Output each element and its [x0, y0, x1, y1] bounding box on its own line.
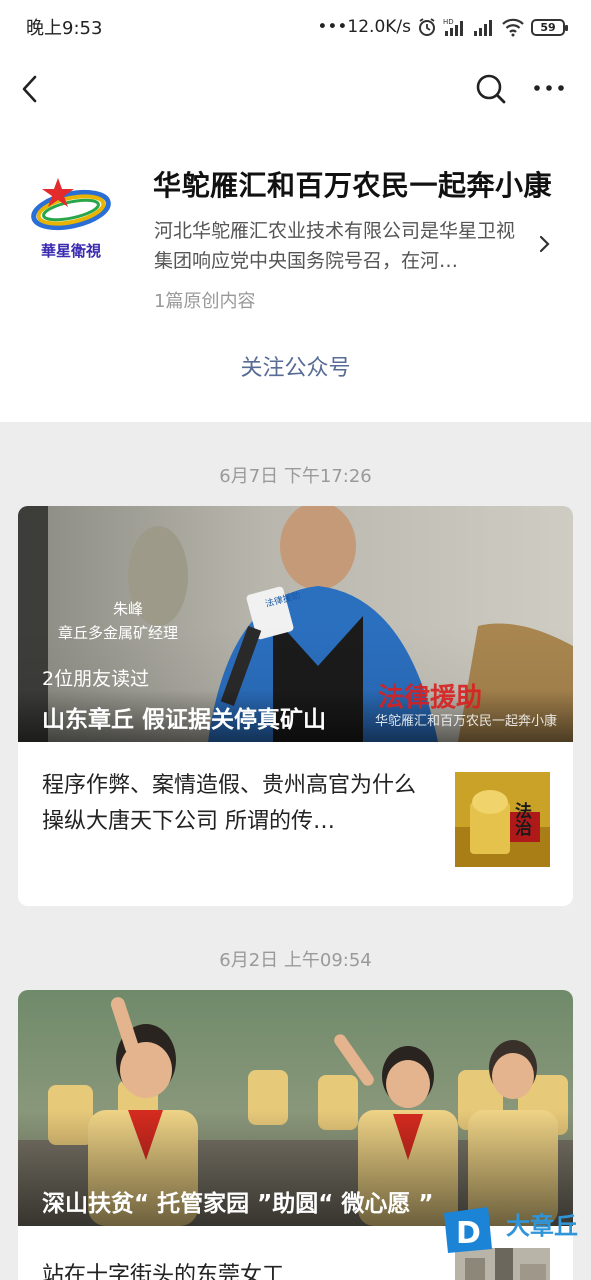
status-right: •••12.0K/s HD 59 — [317, 17, 568, 37]
cover-stamp-text: 法律援助 — [378, 683, 482, 713]
sub-article-thumbnail[interactable]: 法治 — [455, 772, 550, 867]
sub-article-title[interactable]: 站在十字街头的东莞女工 — [42, 1258, 422, 1280]
article-title: 山东章丘 假证据关停真矿山 — [42, 707, 327, 733]
brand-name: 大章丘 — [506, 1212, 578, 1240]
brand-letter: D — [456, 1216, 481, 1251]
article-cover[interactable]: 朱峰 章丘多金属矿经理 法律援助 法律援助 2位朋友读过 山东章丘 假证据关停真… — [18, 506, 573, 742]
feed-date: 6月2日 上午09:54 — [219, 950, 372, 971]
nav-bar — [0, 54, 591, 124]
original-count: 1篇原创内容 — [154, 291, 256, 312]
signal-hd-icon: HD — [443, 17, 467, 37]
search-icon[interactable] — [474, 72, 508, 106]
wifi-icon — [501, 17, 525, 37]
thumb-text: 法治 — [511, 801, 532, 837]
status-time: 晚上9:53 — [26, 18, 103, 39]
account-logo[interactable]: 華星衛視 — [28, 172, 114, 268]
follow-button[interactable]: 关注公众号 — [0, 350, 591, 382]
article-card[interactable]: 朱峰 章丘多金属矿经理 法律援助 法律援助 2位朋友读过 山东章丘 假证据关停真… — [18, 506, 573, 906]
account-profile: 華星衛視 华鸵雁汇和百万农民一起奔小康 河北华鸵雁汇农业技术有限公司是华星卫视集… — [0, 124, 591, 422]
friends-read: 2位朋友读过 — [42, 668, 150, 690]
back-icon[interactable] — [18, 74, 44, 104]
sub-article-title[interactable]: 程序作弊、案情造假、贵州高官为什么操纵大唐天下公司 所谓的传… — [42, 768, 422, 840]
alarm-icon — [417, 17, 437, 37]
cover-person-title: 章丘多金属矿经理 — [58, 624, 178, 642]
article-cover[interactable]: 深山扶贫“ 托管家园 ”助圆“ 微心愿 ” — [18, 990, 573, 1226]
logo-text: 華星衛視 — [41, 242, 101, 260]
cover-watermark: 华鸵雁汇和百万农民一起奔小康 — [374, 714, 557, 729]
battery-icon: 59 — [531, 18, 568, 36]
signal-icon — [473, 17, 495, 37]
feed-date: 6月7日 下午17:26 — [219, 466, 372, 487]
hd-label: HD — [443, 18, 454, 26]
more-icon[interactable] — [532, 78, 566, 98]
article-title: 深山扶贫“ 托管家园 ”助圆“ 微心愿 ” — [42, 1191, 434, 1217]
network-speed: •••12.0K/s — [317, 17, 411, 37]
chevron-right-icon[interactable] — [538, 234, 552, 254]
account-name: 华鸵雁汇和百万农民一起奔小康 — [153, 169, 553, 202]
cover-person-name: 朱峰 — [113, 600, 143, 618]
account-description[interactable]: 河北华鸵雁汇农业技术有限公司是华星卫视集团响应党中央国务院号召，在河… — [154, 216, 526, 276]
status-bar: 晚上9:53 •••12.0K/s HD 59 — [0, 0, 591, 54]
